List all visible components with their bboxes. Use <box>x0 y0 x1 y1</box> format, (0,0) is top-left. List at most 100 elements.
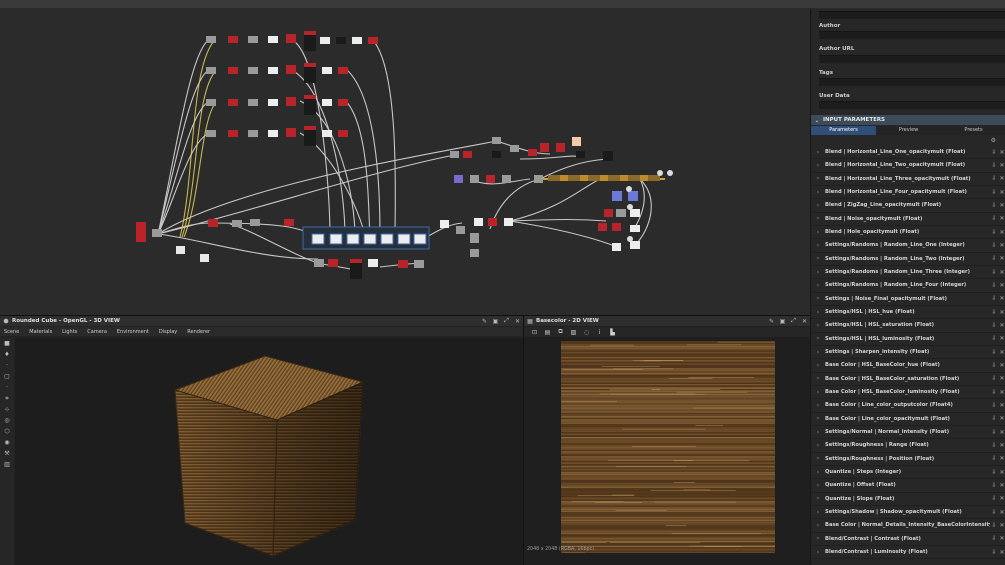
chevron-right-icon[interactable]: › <box>811 202 825 209</box>
3d-viewport[interactable] <box>15 338 523 565</box>
pin-icon[interactable]: ⇩ <box>990 309 998 316</box>
pin-icon[interactable]: ⇩ <box>990 509 998 516</box>
param-row[interactable]: › Blend | Horizontal_Line_Three_opacitymu… <box>811 173 1005 186</box>
menu-item-renderer[interactable]: Renderer <box>187 329 210 335</box>
pin-icon[interactable]: ✎ <box>479 318 490 325</box>
param-row[interactable]: › Settings | Sharpen_intensity (Float) ⇩ ✕ <box>811 346 1005 360</box>
close-icon[interactable]: ✕ <box>998 415 1005 422</box>
save-icon[interactable]: ▤ <box>541 329 554 336</box>
pin-icon[interactable]: ⇩ <box>990 282 998 289</box>
chevron-right-icon[interactable]: › <box>811 309 825 316</box>
chevron-right-icon[interactable]: › <box>811 242 825 249</box>
pin-icon[interactable]: ⇩ <box>990 549 998 556</box>
close-icon[interactable]: ✕ <box>998 189 1005 196</box>
pin-icon[interactable]: ⇩ <box>990 522 998 529</box>
close-icon[interactable]: ✕ <box>998 149 1005 156</box>
tags-field[interactable] <box>819 78 1005 86</box>
close-icon[interactable]: ✕ <box>998 429 1005 436</box>
param-row[interactable]: › Quantize | Offset (Float) ⇩ ✕ <box>811 479 1005 493</box>
sphere-icon[interactable]: ◎ <box>0 415 14 426</box>
chevron-right-icon[interactable]: › <box>811 495 825 502</box>
close-icon[interactable]: ✕ <box>998 322 1005 329</box>
param-row[interactable]: › Settings/Randoms | Random_Line_Four (In… <box>811 279 1005 293</box>
param-row[interactable]: › Blend | Hole_opacitymult (Float) ⇩ ✕ <box>811 226 1005 240</box>
close-icon[interactable]: ✕ <box>998 282 1005 289</box>
param-row[interactable]: › Quantize | Slope (Float) ⇩ ✕ <box>811 493 1005 506</box>
pin-icon[interactable]: ⇩ <box>990 429 998 436</box>
pin-icon[interactable]: ⇩ <box>990 495 998 502</box>
pin-icon[interactable]: ⇩ <box>990 215 998 222</box>
light-icon[interactable]: ♦ <box>0 349 14 360</box>
maximize-icon[interactable]: ▣ <box>777 318 788 325</box>
pin-icon[interactable]: ⇩ <box>990 149 998 156</box>
chevron-right-icon[interactable]: › <box>811 189 825 196</box>
param-row[interactable]: › Settings/Normal | Normal_intensity (Flo… <box>811 426 1005 440</box>
param-row[interactable]: › Quantize | Steps (Integer) ⇩ ✕ <box>811 466 1005 480</box>
close-icon[interactable]: ✕ <box>799 318 810 325</box>
stats-icon[interactable]: ▥ <box>0 459 14 470</box>
close-icon[interactable]: ✕ <box>998 335 1005 342</box>
tool-icon[interactable]: ⚒ <box>0 448 14 459</box>
pin-icon[interactable]: ⇩ <box>990 535 998 542</box>
pin-icon[interactable]: ✎ <box>766 318 777 325</box>
chevron-right-icon[interactable]: › <box>811 175 825 182</box>
axis-icon[interactable]: ⊹ <box>0 404 14 415</box>
chevron-right-icon[interactable]: › <box>811 402 825 409</box>
param-row[interactable]: › Settings/Randoms | Random_Line_One (Int… <box>811 239 1005 253</box>
basecolor-texture[interactable] <box>561 341 793 554</box>
box-icon[interactable]: ⬡ <box>0 426 14 437</box>
close-icon[interactable]: ✕ <box>998 389 1005 396</box>
close-icon[interactable]: ✕ <box>998 482 1005 489</box>
param-row[interactable]: › Base Color | Line_color_outputcolor (Fl… <box>811 399 1005 413</box>
chevron-right-icon[interactable]: › <box>811 295 825 302</box>
param-row[interactable]: › Settings/Randoms | Random_Line_Three (I… <box>811 266 1005 280</box>
param-row[interactable]: › Blend | Noise_opacitymult (Float) ⇩ ✕ <box>811 213 1005 226</box>
chevron-right-icon[interactable]: › <box>811 455 825 462</box>
graph-canvas[interactable] <box>0 9 810 315</box>
pin-icon[interactable]: ⇩ <box>990 469 998 476</box>
param-row[interactable]: › Blend/Contrast | Luminosity (Float) ⇩ ✕ <box>811 546 1005 560</box>
param-row[interactable]: › Blend | Horizontal_Line_Two_opacitymult… <box>811 159 1005 173</box>
chevron-right-icon[interactable]: › <box>811 509 825 516</box>
chevron-right-icon[interactable]: › <box>811 375 825 382</box>
input-parameters-header[interactable]: ⌄ INPUT PARAMETERS <box>811 115 1005 125</box>
screen-icon[interactable]: ▢ <box>0 371 14 382</box>
close-icon[interactable]: ✕ <box>998 229 1005 236</box>
close-icon[interactable]: ✕ <box>998 469 1005 476</box>
pin-icon[interactable]: ⇩ <box>990 349 998 356</box>
node-graph[interactable] <box>0 9 810 315</box>
pin-icon[interactable]: ⇩ <box>990 322 998 329</box>
menu-item-environment[interactable]: Environment <box>117 329 149 335</box>
close-icon[interactable]: ✕ <box>998 202 1005 209</box>
param-row[interactable]: › Base Color | Normal_Details_Intensity_B… <box>811 519 1005 533</box>
pin-icon[interactable]: ⇩ <box>990 362 998 369</box>
chevron-right-icon[interactable]: › <box>811 389 825 396</box>
frame-icon[interactable]: ⌗ <box>0 393 14 404</box>
param-row[interactable]: › Settings/HSL | HSL_luminosity (Float) ⇩ ✕ <box>811 333 1005 346</box>
gear-icon[interactable]: ⚙ <box>991 137 996 144</box>
channels-icon[interactable]: ▧ <box>567 329 580 336</box>
close-icon[interactable]: ✕ <box>998 295 1005 302</box>
close-icon[interactable]: ✕ <box>998 362 1005 369</box>
pin-icon[interactable]: ⇩ <box>990 455 998 462</box>
close-icon[interactable]: ✕ <box>998 215 1005 222</box>
close-icon[interactable]: ✕ <box>998 509 1005 516</box>
close-icon[interactable]: ✕ <box>998 255 1005 262</box>
maximize-icon[interactable]: ▣ <box>490 318 501 325</box>
tab-presets[interactable]: Presets <box>941 126 1005 135</box>
chevron-right-icon[interactable]: › <box>811 255 825 262</box>
chevron-right-icon[interactable]: › <box>811 549 825 556</box>
chevron-right-icon[interactable]: › <box>811 469 825 476</box>
param-row[interactable]: › Settings | Noise_Final_opacitymult (Flo… <box>811 293 1005 306</box>
info-icon[interactable]: ⅰ <box>593 329 606 336</box>
chevron-right-icon[interactable]: › <box>811 535 825 542</box>
chevron-right-icon[interactable]: › <box>811 482 825 489</box>
close-icon[interactable]: ✕ <box>998 375 1005 382</box>
fit-icon[interactable]: ⊡ <box>528 329 541 336</box>
close-icon[interactable]: ✕ <box>998 309 1005 316</box>
param-row[interactable]: › Base Color | HSL_BaseColor_hue (Float) ⇩… <box>811 359 1005 373</box>
menu-item-scene[interactable]: Scene <box>4 329 19 335</box>
user-data-field[interactable] <box>819 101 1005 109</box>
alpha-icon[interactable]: ◌ <box>580 329 593 336</box>
pin-icon[interactable]: ⇩ <box>990 229 998 236</box>
